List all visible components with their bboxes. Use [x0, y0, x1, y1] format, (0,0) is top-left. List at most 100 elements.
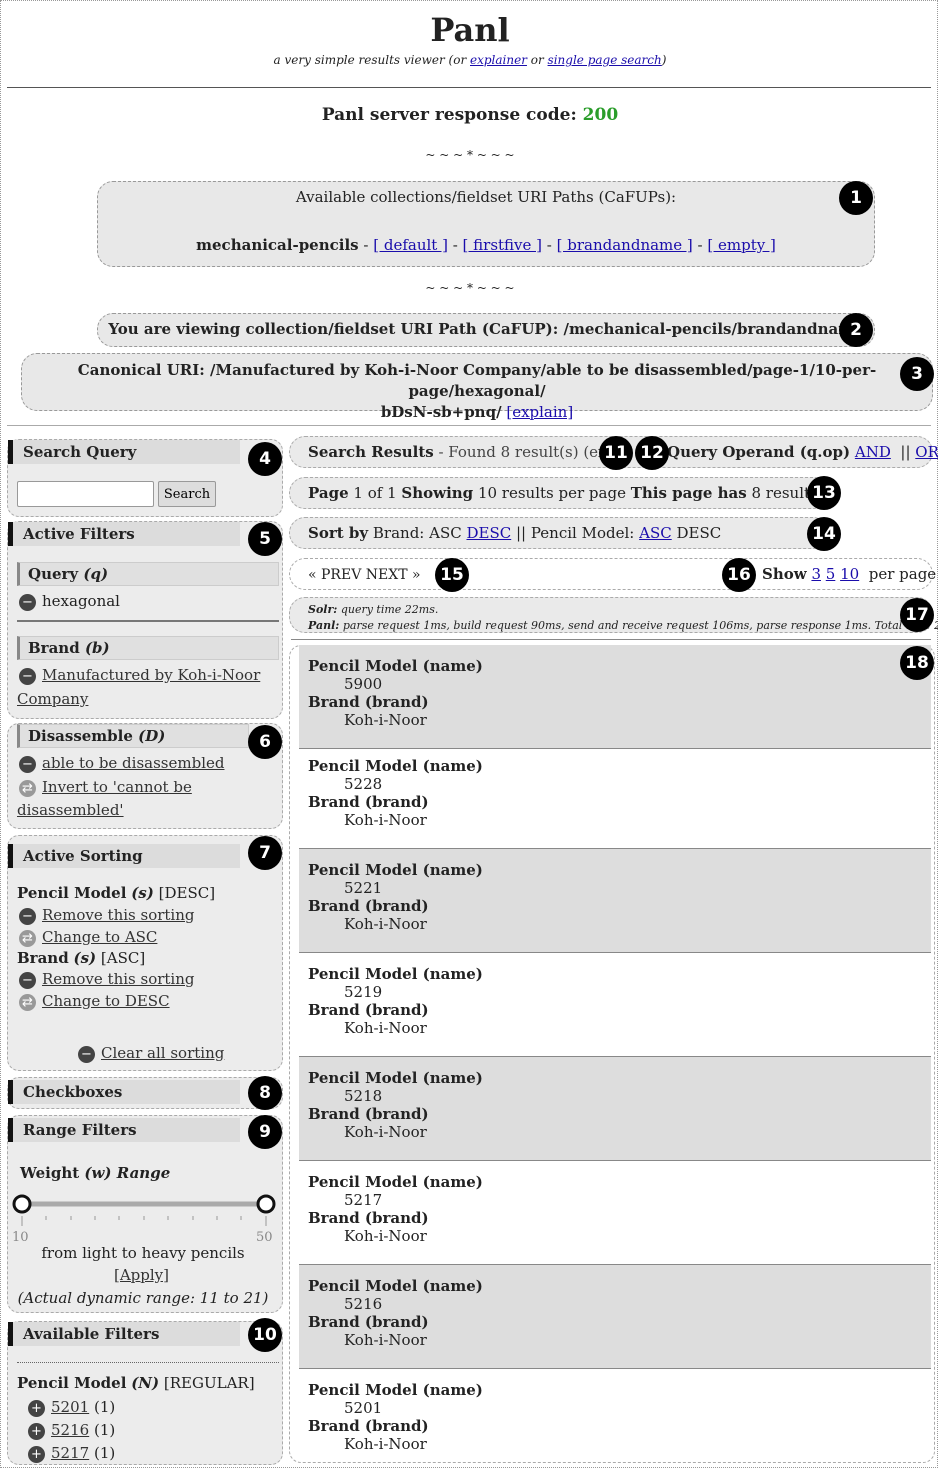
slider-ticks [21, 1216, 267, 1226]
result-brand-label: Brand (brand) [308, 1313, 429, 1331]
invert-link-cont[interactable]: disassembled' [17, 801, 124, 819]
clear-sorting[interactable]: − Clear all sorting [78, 1044, 224, 1063]
brand-filter-cont[interactable]: Company [17, 690, 88, 708]
sort-1-remove[interactable]: − Remove this sorting [19, 906, 194, 925]
brand-filter-link[interactable]: Manufactured by Koh-i-Noor [42, 666, 260, 684]
panl-timing-value: parse request 1ms, build request 90ms, s… [342, 619, 938, 632]
brand-filter-link-cont[interactable]: Company [17, 690, 88, 708]
facet-link[interactable]: 5201 [51, 1398, 89, 1416]
plus-icon[interactable]: + [28, 1422, 45, 1440]
minus-icon[interactable]: − [19, 593, 36, 611]
annotation-badge: 5 [248, 522, 282, 556]
swap-icon[interactable]: ⇄ [19, 993, 36, 1011]
result-brand-label: Brand (brand) [308, 1209, 429, 1227]
minus-icon[interactable]: − [19, 667, 36, 685]
cafup-brandandname-link[interactable]: [ brandandname ] [557, 236, 693, 254]
search-input[interactable] [17, 481, 154, 507]
plus-icon[interactable]: + [28, 1399, 45, 1417]
paging-has-label: This page has [630, 484, 747, 502]
result-brand-value: Koh-i-Noor [344, 1331, 427, 1349]
sort-2-head: Brand (s) [ASC] [17, 949, 145, 967]
swap-icon[interactable]: ⇄ [19, 929, 36, 947]
slider-low-handle[interactable] [12, 1194, 32, 1214]
per-page-5-link[interactable]: 5 [826, 565, 836, 583]
minus-icon[interactable]: − [78, 1045, 95, 1063]
result-item: Pencil Model (name) 5217 Brand (brand) Koh-… [299, 1161, 931, 1265]
sort-2-remove[interactable]: − Remove this sorting [19, 970, 194, 989]
search-button[interactable]: Search [158, 481, 216, 507]
disassemble-head-label: Disassemble [28, 727, 133, 745]
facet-item[interactable]: +5201 (1) [28, 1398, 115, 1417]
cafup-firstfive-link[interactable]: [ firstfive ] [463, 236, 543, 254]
annotation-badge: 4 [248, 442, 282, 476]
invert-cont[interactable]: disassembled' [17, 801, 124, 819]
range-apply-link[interactable]: [Apply] [114, 1266, 169, 1284]
explain-link[interactable]: [explain] [506, 403, 573, 421]
disassemble-item[interactable]: − able to be disassembled [19, 754, 224, 773]
range-slider[interactable] [8, 1190, 284, 1242]
operand-sep: || [900, 443, 911, 461]
pager: « PREV NEXT » [308, 567, 421, 583]
result-name-label: Pencil Model (name) [308, 1277, 483, 1295]
facet-count: (1) [93, 1421, 116, 1439]
disassemble-head: Disassemble (D) [17, 724, 249, 748]
per-page-selector: Show 3 5 10 per page [762, 565, 936, 583]
solr-timing-value: query time 22ms. [340, 603, 439, 616]
invert-link[interactable]: Invert to 'cannot be [42, 778, 192, 796]
sort-model-desc: DESC [676, 524, 722, 542]
range-actual: (Actual dynamic range: 11 to 21) [17, 1289, 269, 1307]
next-page[interactable]: NEXT » [366, 567, 421, 583]
cafup-empty-link[interactable]: [ empty ] [707, 236, 775, 254]
sort-2-change[interactable]: ⇄ Change to DESC [19, 992, 170, 1011]
prev-page[interactable]: « PREV [308, 567, 361, 583]
facet-link[interactable]: 5216 [51, 1421, 89, 1439]
operand-and-link[interactable]: AND [855, 443, 891, 461]
sort-model-asc-link[interactable]: ASC [639, 524, 672, 542]
facet-item[interactable]: +5216 (1) [28, 1421, 115, 1440]
explainer-link[interactable]: explainer [470, 53, 527, 67]
query-head-label: Query [28, 565, 79, 583]
invert-item[interactable]: ⇄ Invert to 'cannot be [19, 778, 192, 797]
per-page-3-link[interactable]: 3 [811, 565, 821, 583]
range-field-name: Weight [20, 1164, 80, 1182]
plus-icon[interactable]: + [28, 1445, 45, 1463]
remove-sorting-link[interactable]: Remove this sorting [42, 970, 194, 988]
query-filter-head: Query (q) [17, 562, 279, 586]
slider-high-handle[interactable] [256, 1194, 276, 1214]
sort-2-key: (s) [73, 949, 97, 967]
change-sort-link[interactable]: Change to ASC [42, 928, 157, 946]
result-brand-value: Koh-i-Noor [344, 1123, 427, 1141]
disassemble-link[interactable]: able to be disassembled [42, 754, 224, 772]
subtitle: a very simple results viewer (or explain… [1, 53, 938, 67]
swap-icon[interactable]: ⇄ [19, 779, 36, 797]
annotation-badge: 16 [722, 558, 756, 592]
subtitle-or: or [526, 53, 548, 67]
facet-link[interactable]: 5217 [51, 1444, 89, 1462]
facet-name: Pencil Model [17, 1374, 127, 1392]
cafup-default-link[interactable]: [ default ] [373, 236, 448, 254]
sort-brand-desc-link[interactable]: DESC [466, 524, 511, 542]
remove-sorting-link[interactable]: Remove this sorting [42, 906, 194, 924]
change-sort-link[interactable]: Change to DESC [42, 992, 170, 1010]
result-name-value: 5221 [344, 879, 383, 897]
operand-or-link[interactable]: OR [915, 443, 938, 461]
active-filters-panel: Active Filters Query (q) − hexagonal Bran… [7, 521, 283, 719]
per-page-10-link[interactable]: 10 [840, 565, 859, 583]
range-desc: from light to heavy pencils [41, 1244, 245, 1262]
annotation-badge: 17 [900, 598, 934, 632]
brand-filter-item[interactable]: − Manufactured by Koh-i-Noor [19, 666, 260, 685]
minus-icon[interactable]: − [19, 907, 36, 925]
sort-1-dir: [DESC] [158, 884, 216, 902]
query-filter-item[interactable]: − hexagonal [19, 592, 120, 611]
result-brand-label: Brand (brand) [308, 1105, 429, 1123]
facet-item[interactable]: +5217 (1) [28, 1444, 115, 1463]
clear-sorting-link[interactable]: Clear all sorting [101, 1044, 224, 1062]
annotation-badge: 13 [807, 476, 841, 510]
annotation-badge: 12 [635, 436, 669, 470]
range-title: Range Filters [8, 1118, 240, 1142]
minus-icon[interactable]: − [19, 755, 36, 773]
single-page-search-link[interactable]: single page search [548, 53, 662, 67]
minus-icon[interactable]: − [19, 971, 36, 989]
sort-1-change[interactable]: ⇄ Change to ASC [19, 928, 157, 947]
disassemble-panel: Disassemble (D) − able to be disassembled… [7, 723, 283, 829]
